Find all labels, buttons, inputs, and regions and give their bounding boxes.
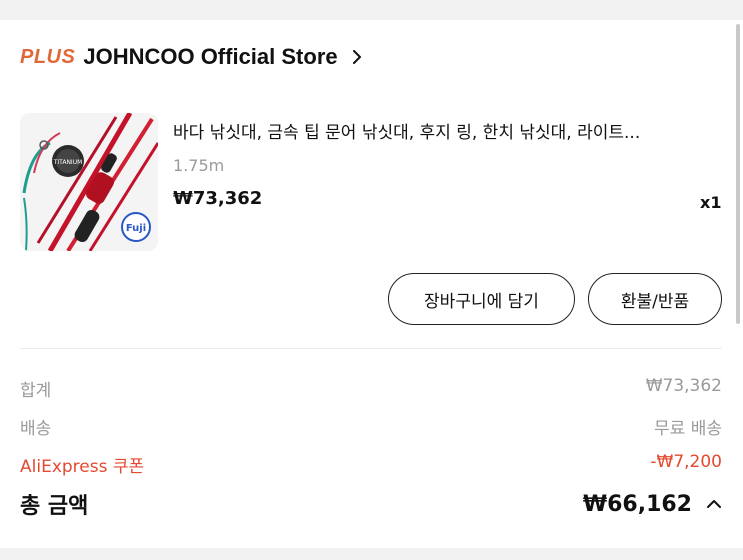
product-price: ₩73,362: [173, 188, 263, 209]
product-title[interactable]: 바다 낚싯대, 금속 팁 문어 낚싯대, 후지 링, 한치 낚싯대, 라이트..…: [173, 118, 713, 143]
refund-return-button[interactable]: 환불/반품: [588, 273, 722, 325]
shipping-label: 배송: [20, 419, 52, 439]
total-value: ₩66,162: [582, 491, 692, 517]
shipping-row: 배송 무료 배송: [20, 414, 722, 439]
fuji-label: Fuji: [126, 223, 146, 234]
coupon-value: -₩7,200: [650, 452, 722, 472]
shipping-value: 무료 배송: [654, 419, 722, 439]
store-name[interactable]: JOHNCOO Official Store: [83, 44, 337, 70]
store-header[interactable]: PLUS JOHNCOO Official Store: [20, 42, 364, 72]
subtotal-row: 합계 ₩73,362: [20, 376, 722, 401]
plus-badge: PLUS: [20, 45, 76, 68]
subtotal-value: ₩73,362: [645, 376, 722, 396]
total-row[interactable]: 총 금액 ₩66,162: [20, 488, 722, 520]
bottom-separator-band: [0, 548, 743, 560]
coupon-label: AliExpress 쿠폰: [20, 457, 145, 477]
chevron-up-icon[interactable]: [706, 496, 722, 512]
fishing-rod-image: TITANIUM Fuji: [20, 113, 158, 251]
titanium-label: TITANIUM: [53, 159, 83, 166]
product-quantity: x1: [700, 193, 722, 212]
product-thumbnail[interactable]: TITANIUM Fuji: [20, 113, 158, 251]
divider: [20, 348, 722, 349]
add-to-cart-button[interactable]: 장바구니에 담기: [388, 273, 575, 325]
product-variant: 1.75m: [173, 156, 225, 175]
total-right[interactable]: ₩66,162: [583, 492, 722, 517]
scrollbar[interactable]: [736, 24, 740, 324]
subtotal-label: 합계: [20, 381, 52, 401]
total-label: 총 금액: [20, 494, 89, 519]
top-separator-band: [0, 0, 743, 20]
chevron-right-icon[interactable]: [350, 50, 364, 64]
coupon-row: AliExpress 쿠폰 -₩7,200: [20, 452, 722, 477]
